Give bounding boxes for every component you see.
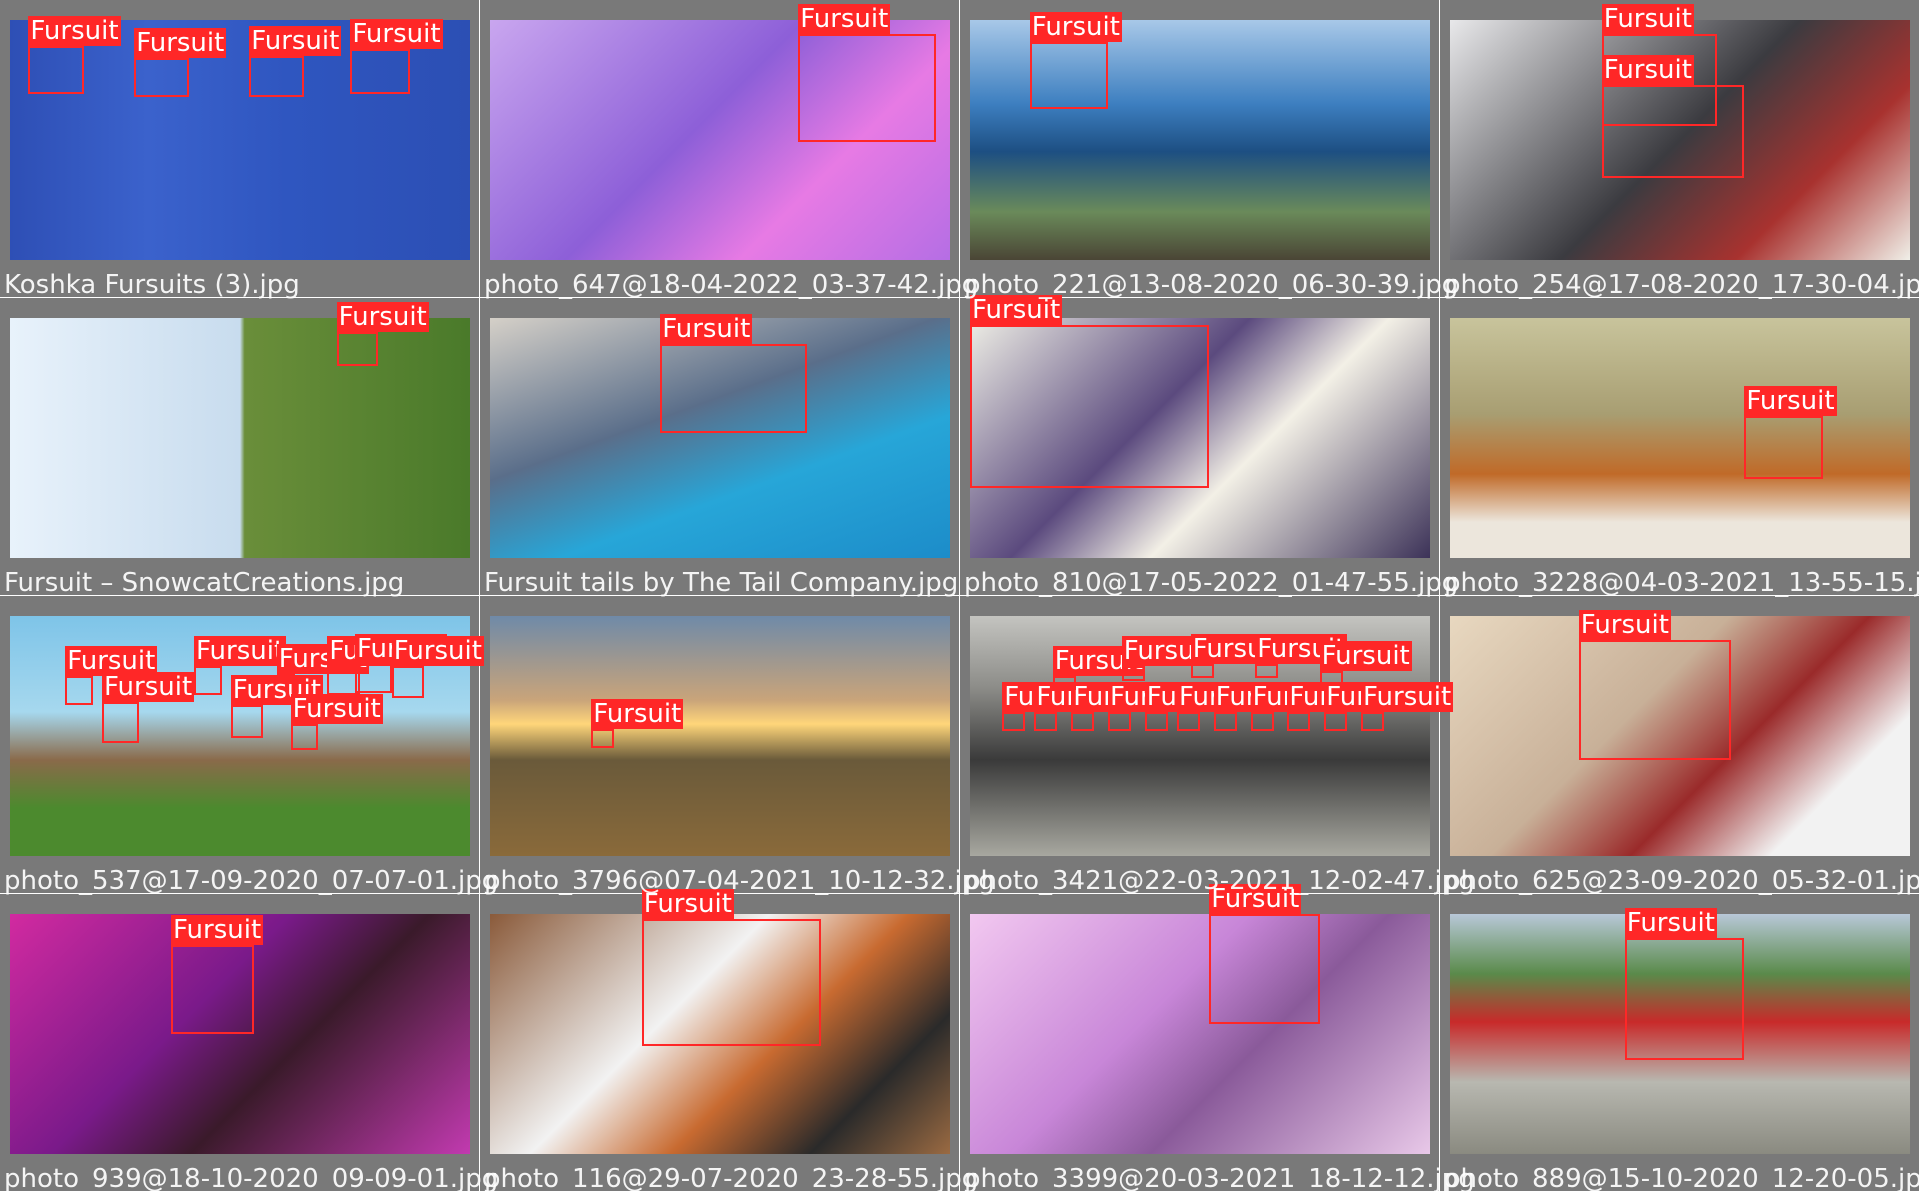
photo-thumbnail (1450, 318, 1910, 558)
detection-box: Fursuit (1209, 884, 1320, 1025)
detection-box: Fursuit (1287, 682, 1380, 732)
filename-caption: photo_939@18-10-2020_09-09-01.jpg (4, 1164, 499, 1194)
detection-box: Fursuit (660, 314, 808, 434)
filename-caption: photo_3228@04-03-2021_13-55-15.jpg (1444, 568, 1920, 598)
detection-box: Fursuit (1071, 682, 1164, 732)
detection-label: Fursuit (336, 302, 429, 333)
detection-box: Fursuit (28, 16, 121, 95)
image-tile[interactable]: Fursuit Fursuit Fursuit Fursuit Fursuit Fursu… (960, 596, 1475, 896)
detection-box: Fursuit (591, 698, 684, 748)
detection-box: Fursuit (1744, 386, 1837, 479)
detection-box: Fursuit (336, 302, 429, 366)
detection-box: Fursuit (1034, 682, 1127, 732)
detection-box: Fursuit (65, 646, 158, 705)
image-tile[interactable]: Fursuit Fursuit – SnowcatCreations.jpg (0, 298, 480, 598)
detection-label: Fursuit (660, 314, 753, 345)
detection-box: Fursuit (1361, 682, 1454, 732)
mosaic-grid: Fursuit Fursuit Fursuit Fursuit Koshka Fursu… (0, 0, 1920, 1194)
filename-caption: photo_3421@22-03-2021_12-02-47.jpg (964, 866, 1475, 896)
image-tile[interactable]: Fursuit photo_625@23-09-2020_05-32-01.jpg (1440, 596, 1920, 896)
detection-box: Fursuit (1578, 610, 1731, 760)
image-tile[interactable]: Fursuit Fursuit tails by The Tail Company… (480, 298, 960, 598)
detection-box: Fursuit (230, 674, 323, 739)
filename-caption: photo_254@17-08-2020_17-30-04.jpg (1444, 270, 1920, 300)
filename-caption: photo_221@13-08-2020_06-30-39.jpg (964, 270, 1459, 300)
detection-box: Fursuit (350, 18, 443, 95)
detection-label: Fursuit (391, 636, 484, 667)
filename-caption: photo_537@17-09-2020_07-07-01.jpg (4, 866, 499, 896)
detection-label: Fursuit (1029, 11, 1122, 42)
detection-box: Fursuit (1250, 682, 1343, 732)
detection-box: Fursuit (1601, 54, 1745, 179)
detection-box: Fursuit (1029, 11, 1122, 109)
image-tile[interactable]: Fursuit Fursuit photo_254@17-08-2020_17-30… (1440, 0, 1920, 300)
detection-label: Fursuit (194, 636, 287, 667)
detection-label: Fursuit (102, 672, 195, 703)
filename-caption: Fursuit tails by The Tail Company.jpg (484, 568, 959, 598)
detection-box: Fursuit (194, 636, 287, 696)
image-tile[interactable]: Fursuit photo_939@18-10-2020_09-09-01.jpg (0, 894, 498, 1194)
filename-caption: Koshka Fursuits (3).jpg (4, 270, 300, 300)
photo-thumbnail (970, 914, 1430, 1154)
detection-box: Fursuit (171, 915, 264, 1034)
filename-caption: photo_889@15-10-2020_12-20-05.jpg (1444, 1164, 1920, 1194)
filename-caption: photo_3796@07-04-2021_10-12-32.jpg (484, 866, 995, 896)
detection-box: Fursuit (1052, 646, 1145, 691)
detection-box: Fursuit (1190, 634, 1283, 679)
detection-label: Fursuit (249, 26, 342, 56)
detection-box: Fursuit (1213, 682, 1306, 732)
detection-box: Fursuit (355, 634, 448, 693)
image-tile[interactable]: Fursuit photo_3399@20-03-2021_18-12-12.jp… (960, 884, 1475, 1194)
detection-label: Fursuit (798, 4, 891, 35)
detection-box: Fursuit (102, 672, 195, 744)
photo-thumbnail (490, 616, 950, 856)
image-tile[interactable]: Fursuit Fursuit Fursuit Fursuit Koshka Fursu… (0, 0, 480, 300)
detection-label: Fursuit (1624, 908, 1717, 938)
image-tile[interactable]: Fursuit photo_3796@07-04-2021_10-12-32.jp… (480, 596, 995, 896)
detection-box: Fursuit (641, 888, 822, 1046)
detection-label: Fursuit (171, 915, 264, 946)
detection-box: Fursuit (1319, 641, 1412, 686)
detection-box: Fursuit (134, 28, 227, 97)
image-tile[interactable]: Fursuit Fursuit Fursuit Fursuit Fursuit Fursu… (0, 596, 498, 896)
detection-box: Fursuit (798, 4, 937, 143)
image-tile[interactable]: Fursuit photo_810@17-05-2022_01-47-55.jpg (960, 295, 1458, 598)
filename-caption: Fursuit – SnowcatCreations.jpg (4, 568, 405, 598)
detection-box: Fursuit (1108, 682, 1201, 732)
detection-label: Fursuit (290, 694, 383, 724)
detection-box: Fursuit (1121, 636, 1214, 681)
detection-label: Fursuit (1578, 610, 1671, 640)
detection-box: Fursuit (391, 636, 484, 698)
detection-box: Fursuit (1255, 634, 1348, 679)
filename-caption: photo_625@23-09-2020_05-32-01.jpg (1444, 866, 1920, 896)
photo-thumbnail (10, 318, 470, 558)
image-tile[interactable]: Fursuit photo_116@29-07-2020_23-28-55.jpg (480, 888, 978, 1194)
image-tile[interactable]: Fursuit photo_221@13-08-2020_06-30-39.jpg (960, 0, 1458, 300)
detection-box: Fursuit (1002, 682, 1095, 732)
detection-label: Fursuit (1319, 641, 1412, 672)
filename-caption: photo_3399@20-03-2021_18-12-12.jpg (964, 1164, 1475, 1194)
detection-box: Fursuit (1324, 682, 1417, 732)
detection-box: Fursuit (249, 26, 342, 97)
image-tile[interactable]: Fursuit photo_647@18-04-2022_03-37-42.jpg (480, 0, 978, 300)
filename-caption: photo_647@18-04-2022_03-37-42.jpg (484, 270, 979, 300)
detection-box: Fursuit (1177, 682, 1270, 732)
detection-box: Fursuit (1624, 908, 1745, 1061)
detection-box: Fursuit (1144, 682, 1237, 732)
detection-label: Fursuit (1361, 682, 1454, 712)
filename-caption: photo_810@17-05-2022_01-47-55.jpg (964, 568, 1459, 598)
detection-label: Fursuit (350, 18, 443, 49)
detection-label: Fursuit (134, 28, 227, 59)
detection-label: Fursuit (1744, 386, 1837, 417)
detection-label: Fursuit (1601, 4, 1694, 35)
filename-caption: photo_116@29-07-2020_23-28-55.jpg (484, 1164, 979, 1194)
image-tile[interactable]: Fursuit photo_889@15-10-2020_12-20-05.jpg (1440, 894, 1920, 1194)
detection-box: Fursuit (290, 694, 383, 751)
image-tile[interactable]: Fursuit photo_3228@04-03-2021_13-55-15.jp… (1440, 298, 1920, 598)
detection-box: Fursuit (970, 295, 1210, 489)
detection-label: Fursuit (28, 16, 121, 47)
detection-label: Fursuit (1601, 54, 1694, 85)
detection-label: Fursuit (591, 698, 684, 729)
